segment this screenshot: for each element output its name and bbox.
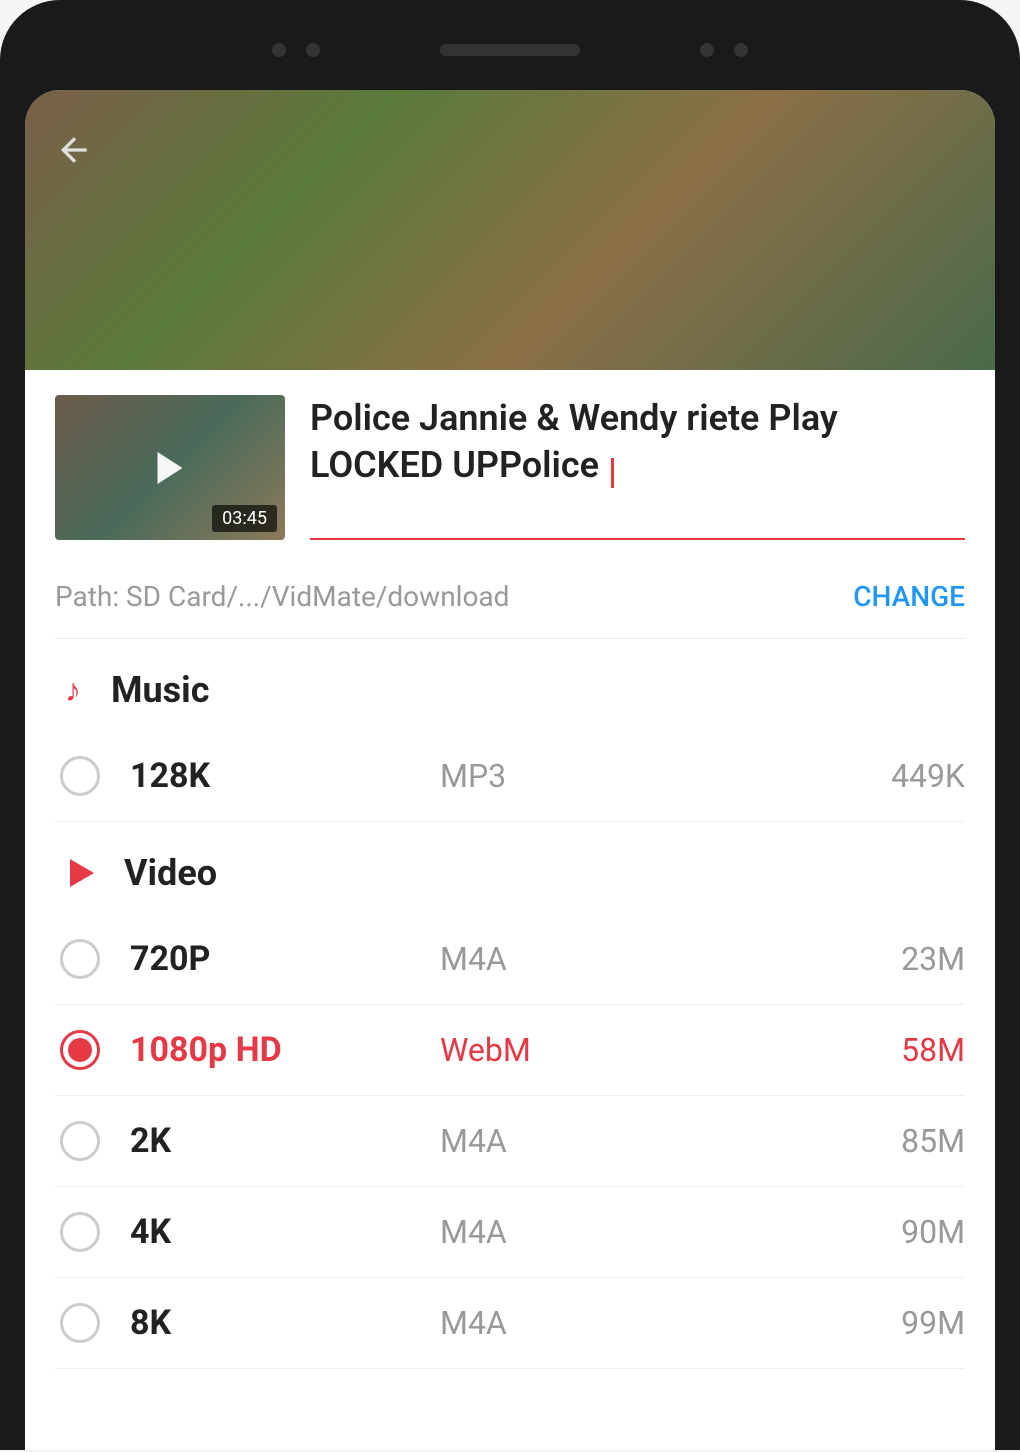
option-quality: 1080p HD <box>130 1030 410 1070</box>
radio-button[interactable] <box>60 939 100 979</box>
option-size: 58M <box>845 1031 965 1069</box>
video-option-row[interactable]: 720P M4A 23M <box>55 914 965 1005</box>
music-section-title: Music <box>111 669 209 711</box>
music-note-icon: ♪ <box>65 671 81 709</box>
back-arrow-icon[interactable] <box>55 130 95 180</box>
option-quality: 128K <box>130 756 410 796</box>
option-quality: 4K <box>130 1212 410 1252</box>
video-title: Police Jannie & Wendy riete Play LOCKED … <box>310 397 838 486</box>
radio-button[interactable] <box>60 1121 100 1161</box>
duration-badge: 03:45 <box>212 505 277 532</box>
option-format: M4A <box>440 1304 815 1342</box>
option-size: 99M <box>845 1304 965 1342</box>
screen: 03:45 Police Jannie & Wendy riete Play L… <box>25 90 995 1450</box>
music-option-row[interactable]: 128K MP3 449K <box>55 731 965 822</box>
radio-button-selected[interactable] <box>60 1030 100 1070</box>
option-format: M4A <box>440 1122 815 1160</box>
path-row: Path: SD Card/.../VidMate/download CHANG… <box>55 570 965 639</box>
option-format: MP3 <box>440 757 815 795</box>
video-option-row[interactable]: 8K M4A 99M <box>55 1278 965 1369</box>
download-path: Path: SD Card/.../VidMate/download <box>55 580 509 613</box>
hero-image <box>25 90 995 370</box>
radio-button[interactable] <box>60 756 100 796</box>
text-cursor <box>611 458 614 488</box>
video-thumbnail[interactable]: 03:45 <box>55 395 285 540</box>
radio-button[interactable] <box>60 1212 100 1252</box>
option-size: 90M <box>845 1213 965 1251</box>
content-area: 03:45 Police Jannie & Wendy riete Play L… <box>25 370 995 1369</box>
video-header: 03:45 Police Jannie & Wendy riete Play L… <box>55 395 965 540</box>
music-section-header: ♪ Music <box>55 639 965 731</box>
video-section-header: Video <box>55 822 965 914</box>
change-path-button[interactable]: CHANGE <box>853 580 965 613</box>
video-section-title: Video <box>124 852 217 894</box>
option-format: M4A <box>440 940 815 978</box>
option-quality: 720P <box>130 939 410 979</box>
video-play-icon <box>70 859 94 887</box>
radio-button[interactable] <box>60 1303 100 1343</box>
phone-sensors <box>25 25 995 75</box>
phone-frame: 03:45 Police Jannie & Wendy riete Play L… <box>0 0 1020 1450</box>
video-option-row[interactable]: 2K M4A 85M <box>55 1096 965 1187</box>
option-quality: 8K <box>130 1303 410 1343</box>
option-format: WebM <box>440 1031 815 1069</box>
video-option-row[interactable]: 4K M4A 90M <box>55 1187 965 1278</box>
title-input-area[interactable]: Police Jannie & Wendy riete Play LOCKED … <box>310 395 965 540</box>
option-quality: 2K <box>130 1121 410 1161</box>
play-icon <box>158 452 183 484</box>
option-format: M4A <box>440 1213 815 1251</box>
video-option-row[interactable]: 1080p HD WebM 58M <box>55 1005 965 1096</box>
option-size: 23M <box>845 940 965 978</box>
option-size: 85M <box>845 1122 965 1160</box>
option-size: 449K <box>845 757 965 795</box>
